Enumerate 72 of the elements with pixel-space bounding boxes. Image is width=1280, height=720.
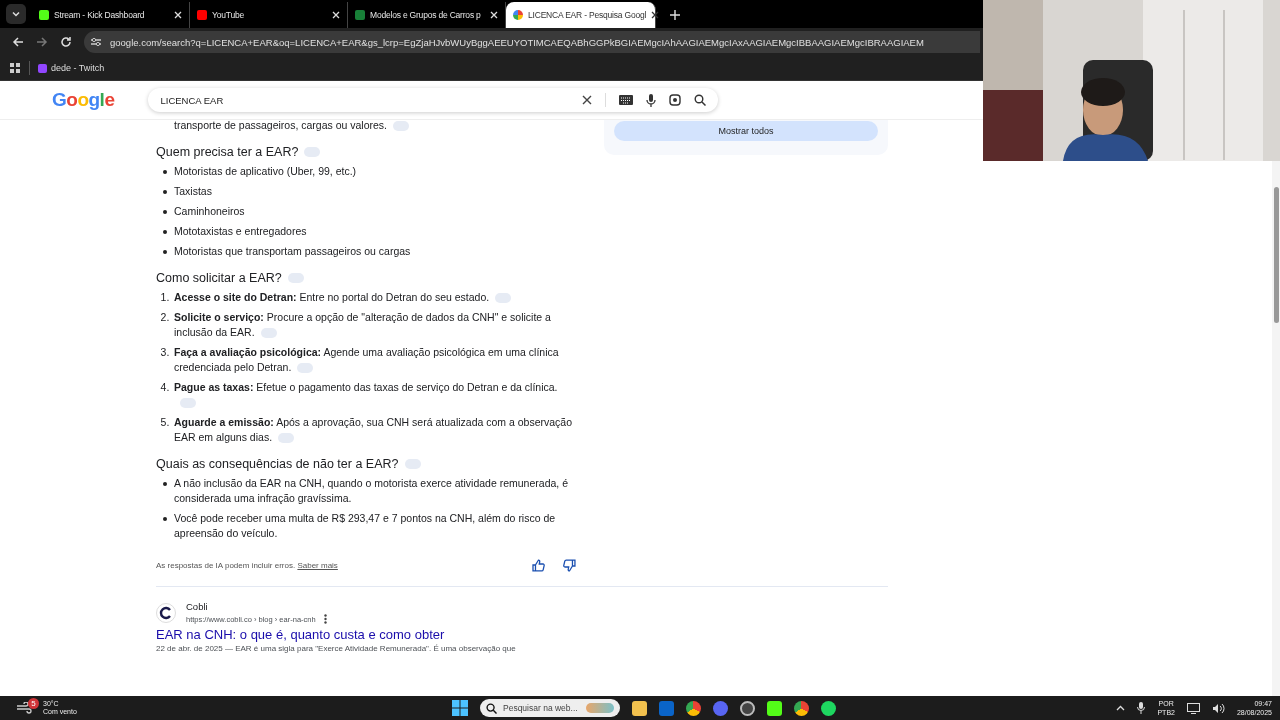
favicon-icon xyxy=(513,10,523,20)
forward-icon[interactable] xyxy=(36,36,48,48)
search-icon xyxy=(486,702,497,714)
more-icon[interactable] xyxy=(323,614,327,624)
clear-icon[interactable] xyxy=(582,95,593,105)
favicon-icon xyxy=(197,10,207,20)
result-snippet: 22 de abr. de 2025 — EAR é uma sigla para "Exerce Atividade Remunerada". É uma observação que xyxy=(156,644,517,653)
search-field[interactable]: LICENCA EAR xyxy=(148,88,719,112)
list-item: A não inclusão da EAR na CNH, quando o motorista exerce atividade remunerada, é considerada uma infração gravíssima. xyxy=(174,476,569,506)
tab-search-button[interactable] xyxy=(6,4,26,24)
microphone-icon[interactable] xyxy=(1137,702,1146,714)
bullet-icon xyxy=(163,230,167,234)
section-heading: Como solicitar a EAR? xyxy=(156,271,576,285)
section-heading: Quem precisa ter a EAR? xyxy=(156,145,576,159)
caret-icon xyxy=(11,9,21,19)
camera-icon[interactable] xyxy=(669,94,682,106)
logo[interactable]: Google xyxy=(52,89,115,111)
thumbs-up-icon[interactable] xyxy=(532,559,546,572)
volume-icon[interactable] xyxy=(1211,702,1225,714)
bullet-icon xyxy=(163,170,167,174)
list-item: Mototaxistas e entregadores xyxy=(174,224,308,239)
list-item: Aguarde a emissão: Após a aprovação, sua CNH será atualizada com a observação EAR em alguns dias. xyxy=(174,415,574,445)
bullet-icon xyxy=(163,482,167,486)
list-number: 1. xyxy=(160,290,170,305)
show-all-button[interactable]: Mostrar todos xyxy=(614,121,878,141)
thumbs-down-icon[interactable] xyxy=(563,559,576,572)
network-icon[interactable] xyxy=(1186,702,1200,714)
taskbar-search-field[interactable]: Pesquisar na web... xyxy=(480,699,620,717)
chevron-up-icon[interactable] xyxy=(1116,705,1126,711)
wind-icon[interactable] xyxy=(16,702,32,714)
browser-icon[interactable] xyxy=(686,700,701,716)
section-heading: Quais as consequências de não ter a EAR? xyxy=(156,457,576,471)
list-item: Acesse o site do Detran: Entre no portal do Detran do seu estado. xyxy=(174,290,576,305)
bullet-icon xyxy=(163,517,167,521)
bullet-icon xyxy=(163,190,167,194)
result-title-link[interactable]: EAR na CNH: o que é, quanto custa e como obter xyxy=(156,627,445,642)
list-item: Faça a avaliação psicológica: Agende uma avaliação psicológica em uma clínica credenciada pelo Detran. xyxy=(174,345,560,375)
list-number: 4. xyxy=(160,380,170,395)
bullet-icon xyxy=(163,250,167,254)
reload-icon[interactable] xyxy=(60,36,72,48)
back-icon[interactable] xyxy=(12,36,24,48)
favicon-icon xyxy=(39,10,49,20)
list-item: Taxistas xyxy=(174,184,213,199)
list-item: Solicite o serviço: Procure a opção de "alteração de dados da CNH" e solicite a inclusão da EAR. xyxy=(174,310,552,340)
list-number: 2. xyxy=(160,310,170,325)
list-item: Você pode receber uma multa de R$ 293,47 e 7 pontos na CNH, além do risco de apreensão do veículo. xyxy=(174,511,557,541)
apps-icon[interactable] xyxy=(10,62,21,74)
list-item: Motoristas que transportam passageiros ou cargas xyxy=(174,244,412,259)
notification-badge: 5 xyxy=(28,697,39,709)
answer-text: transporte de passageiros, cargas ou valores. xyxy=(156,117,576,133)
list-number: 3. xyxy=(160,345,170,360)
close-icon[interactable] xyxy=(651,11,660,19)
search-icon[interactable] xyxy=(694,94,707,106)
new-tab-icon[interactable] xyxy=(670,10,680,20)
browser-tab[interactable]: LICENCA EAR - Pesquisa Googl xyxy=(506,2,656,28)
bullet-icon xyxy=(163,210,167,214)
site-settings-icon[interactable] xyxy=(90,36,102,48)
list-item: Caminhoneiros xyxy=(174,204,246,219)
start-icon[interactable] xyxy=(452,700,468,716)
favicon-icon xyxy=(355,10,365,20)
list-item: Motoristas de aplicativo (Uber, 99, etc.) xyxy=(174,164,358,179)
list-number: 5. xyxy=(160,415,170,430)
disclaimer-text: As respostas de IA podem incluir erros. Saber mais xyxy=(156,561,339,570)
address-field[interactable]: google.com/search?q=LICENCA+EAR&oq=LICENCA+EAR&gs_lcrp=EgZjaHJvbWUyBggAEEUYOTIMCAEQABhGGPkBGIAEMgcIAhAAGIAEMgcIAxAAGIAEMgcIBBAAGIAEMgcIBRAAGIAEM xyxy=(84,31,980,53)
site-name: Cobli xyxy=(186,601,209,612)
microphone-icon[interactable] xyxy=(646,93,657,107)
browser-icon[interactable] xyxy=(794,700,809,716)
list-item: Pague as taxas: Efetue o pagamento das taxas de serviço do Detran e da clínica. xyxy=(174,380,576,410)
bookmark[interactable]: dede - Twitch xyxy=(38,63,105,73)
scrollbar-thumb[interactable] xyxy=(1274,187,1279,323)
keyboard-icon[interactable] xyxy=(619,95,634,105)
learn-more-link[interactable]: Saber mais xyxy=(297,561,338,570)
